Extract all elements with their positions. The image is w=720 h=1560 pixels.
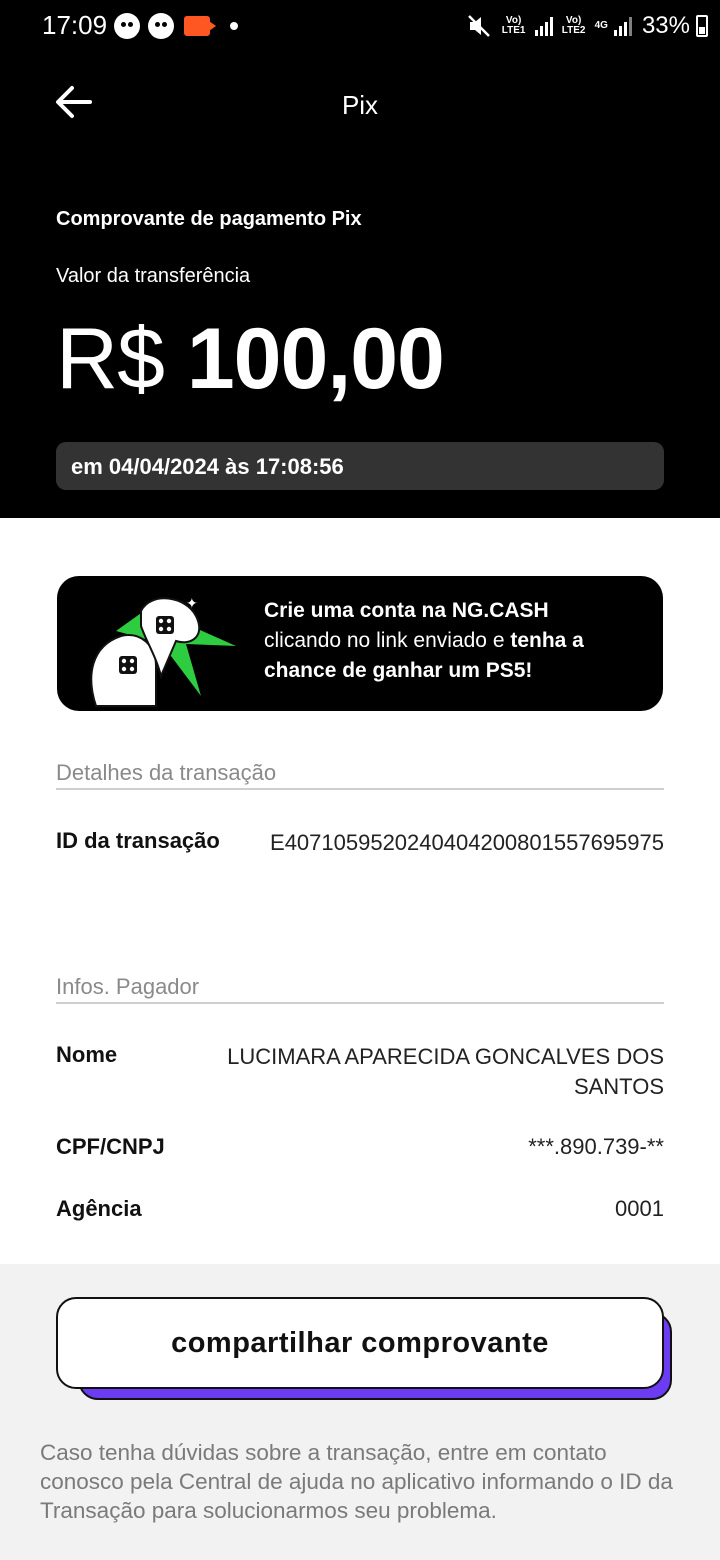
transfer-date: em 04/04/2024 às 17:08:56 — [56, 442, 664, 490]
amount-label: Valor da transferência — [56, 265, 251, 287]
svg-text:✦: ✦ — [186, 595, 198, 611]
payer-name-row: Nome LUCIMARA APARECIDA GONCALVES DOS SA… — [56, 1042, 664, 1102]
signal-strength-icon — [613, 16, 632, 36]
payer-agency-row: Agência 0001 — [56, 1196, 664, 1222]
currency-symbol: R$ — [56, 311, 165, 407]
transaction-id-value: E4071059520240404200801557695975 — [270, 830, 664, 855]
receipt-details: ✦ ✦ Crie uma conta na NG.CASH clicando n… — [0, 518, 720, 1264]
payer-name-value: LUCIMARA APARECIDA GONCALVES DOS SANTOS — [227, 1044, 664, 1099]
transfer-amount: R$ 100,00 — [56, 310, 445, 409]
page-title: Pix — [341, 90, 379, 120]
promo-line-3: chance de ganhar um PS5! — [264, 659, 533, 682]
bottom-panel: compartilhar comprovante Caso tenha dúvi… — [0, 1264, 720, 1560]
app-notification-icon — [148, 13, 174, 39]
payer-agency-label: Agência — [56, 1196, 142, 1221]
signal-strength-icon — [534, 16, 553, 36]
payer-document-row: CPF/CNPJ ***.890.739-** — [56, 1134, 664, 1160]
share-receipt-button[interactable]: compartilhar comprovante — [56, 1297, 664, 1389]
promo-text: Crie uma conta na NG.CASH clicando no li… — [264, 596, 644, 686]
network-type-label: 4G — [594, 20, 608, 31]
more-notifications-dot-icon — [230, 22, 238, 30]
transaction-id-label: ID da transação — [56, 828, 220, 853]
mute-icon — [467, 15, 490, 37]
receipt-title: Comprovante de pagamento Pix — [56, 208, 362, 230]
payer-agency-value: 0001 — [615, 1196, 664, 1221]
app-notification-icon — [114, 13, 140, 39]
battery-icon — [696, 15, 708, 37]
transaction-id-row: ID da transação E40710595202404042008015… — [56, 828, 664, 858]
sim1-label: Vo) LTE1 — [501, 15, 526, 36]
transaction-details-heading: Detalhes da transação — [56, 760, 664, 790]
promo-banner[interactable]: ✦ ✦ Crie uma conta na NG.CASH clicando n… — [57, 576, 663, 711]
payer-document-label: CPF/CNPJ — [56, 1134, 165, 1159]
amount-value: 100,00 — [186, 311, 445, 407]
promo-line-1: Crie uma conta na NG.CASH — [264, 599, 549, 622]
help-text: Caso tenha dúvidas sobre a transação, en… — [40, 1440, 673, 1523]
payer-document-value: ***.890.739-** — [528, 1134, 664, 1159]
payer-info-heading: Infos. Pagador — [56, 974, 664, 1004]
sim2-label: Vo) LTE2 — [561, 15, 586, 36]
system-icons: Vo) LTE1 Vo) LTE2 4G 33% — [467, 12, 708, 40]
svg-text:✦: ✦ — [101, 645, 111, 659]
promo-line-2: clicando no link enviado e — [264, 629, 511, 652]
battery-percent: 33% — [641, 12, 690, 39]
status-time: 17:09 — [42, 10, 108, 40]
status-bar: 17:09 Vo) LTE1 Vo) LTE2 4G 33% — [0, 0, 720, 52]
ps5-controller-illustration: ✦ ✦ — [90, 595, 236, 707]
promo-line-2-bold: tenha a — [510, 629, 584, 652]
notification-icons — [114, 13, 238, 39]
payer-name-label: Nome — [56, 1042, 118, 1067]
video-camera-icon — [184, 16, 216, 36]
